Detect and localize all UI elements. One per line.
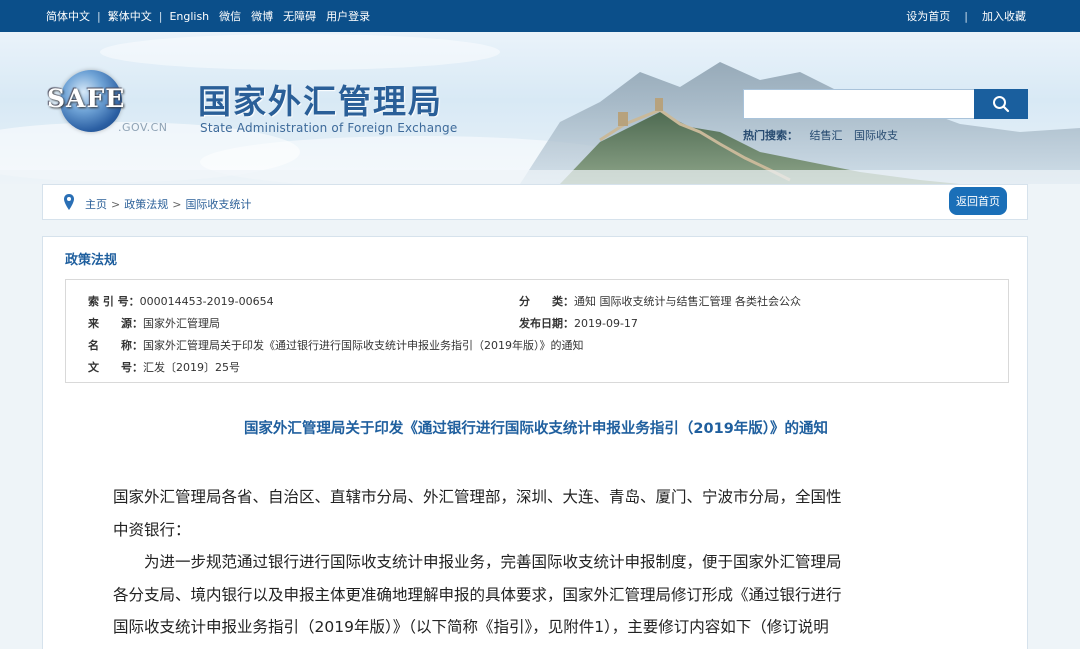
link-traditional-chinese[interactable]: 繁体中文 bbox=[108, 8, 152, 24]
meta-source-value: 国家外汇管理局 bbox=[143, 317, 220, 330]
meta-source-label: 来 源： bbox=[88, 317, 143, 330]
top-nav-bar: 简体中文 | 繁体中文 | English 微信 微博 无障碍 用户登录 设为首… bbox=[0, 0, 1080, 32]
logo-domain: .GOV.CN bbox=[118, 121, 168, 134]
content-card: 政策法规 索 引 号：000014453-2019-00654 分 类：通知 国… bbox=[42, 236, 1028, 649]
safe-logo-text: SAFE bbox=[47, 84, 126, 113]
body-line: 中资银行： bbox=[113, 520, 191, 539]
meta-date: 发布日期：2019-09-17 bbox=[519, 315, 638, 331]
site-subtitle: State Administration of Foreign Exchange bbox=[200, 121, 458, 135]
link-wechat[interactable]: 微信 bbox=[219, 8, 241, 24]
search-button[interactable] bbox=[974, 89, 1028, 119]
meta-index-value: 000014453-2019-00654 bbox=[139, 295, 274, 308]
language-links: 简体中文 | 繁体中文 | English 微信 微博 无障碍 用户登录 bbox=[46, 0, 370, 32]
document-metadata-box: 索 引 号：000014453-2019-00654 分 类：通知 国际收支统计… bbox=[65, 279, 1009, 383]
link-set-homepage[interactable]: 设为首页 bbox=[906, 8, 950, 24]
body-line: 各分支局、境内银行以及申报主体更准确地理解申报的具体要求，国家外汇管理局修订形成… bbox=[113, 585, 842, 604]
link-weibo[interactable]: 微博 bbox=[251, 8, 273, 24]
meta-name-label: 名 称： bbox=[88, 339, 143, 352]
breadcrumb-bar: 主页 > 政策法规 > 国际收支统计 bbox=[42, 184, 1028, 220]
link-add-favorite[interactable]: 加入收藏 bbox=[982, 8, 1026, 24]
meta-source: 来 源：国家外汇管理局 bbox=[88, 315, 220, 331]
link-simplified-chinese[interactable]: 简体中文 bbox=[46, 8, 90, 24]
section-title: 政策法规 bbox=[65, 253, 118, 268]
site-title: 国家外汇管理局 bbox=[198, 82, 443, 121]
breadcrumb-separator: > bbox=[172, 198, 182, 211]
back-to-home-button[interactable]: 返回首页 bbox=[949, 187, 1007, 215]
document-body: 国家外汇管理局各省、自治区、直辖市分局、外汇管理部，深圳、大连、青岛、厦门、宁波… bbox=[113, 481, 963, 644]
search-input[interactable] bbox=[743, 89, 975, 119]
meta-index-label: 索 引 号： bbox=[88, 295, 140, 308]
link-accessibility[interactable]: 无障碍 bbox=[283, 8, 316, 24]
body-line: 国家外汇管理局各省、自治区、直辖市分局、外汇管理部，深圳、大连、青岛、厦门、宁波… bbox=[113, 488, 842, 506]
meta-date-label: 发布日期： bbox=[519, 317, 574, 330]
link-english[interactable]: English bbox=[169, 10, 209, 23]
meta-date-value: 2019-09-17 bbox=[574, 317, 638, 330]
meta-index: 索 引 号：000014453-2019-00654 bbox=[88, 293, 274, 309]
breadcrumb-bop-statistics[interactable]: 国际收支统计 bbox=[185, 198, 251, 211]
meta-name-value: 国家外汇管理局关于印发《通过银行进行国际收支统计申报业务指引（2019年版）》的… bbox=[143, 339, 584, 352]
divider: | bbox=[158, 9, 163, 23]
hot-search-item[interactable]: 国际收支 bbox=[854, 129, 898, 142]
meta-docno-value: 汇发〔2019〕25号 bbox=[143, 361, 240, 374]
meta-category: 分 类：通知 国际收支统计与结售汇管理 各类社会公众 bbox=[519, 293, 801, 309]
location-pin-icon bbox=[64, 194, 74, 210]
site-header-banner: SAFE .GOV.CN 国家外汇管理局 State Administratio… bbox=[0, 32, 1080, 184]
breadcrumb-policy[interactable]: 政策法规 bbox=[124, 198, 168, 211]
meta-name: 名 称：国家外汇管理局关于印发《通过银行进行国际收支统计申报业务指引（2019年… bbox=[88, 337, 584, 353]
body-line: 为进一步规范通过银行进行国际收支统计申报业务，完善国际收支统计申报制度，便于国家… bbox=[144, 553, 842, 571]
hot-search-label: 热门搜索： bbox=[743, 129, 798, 142]
meta-category-value: 通知 国际收支统计与结售汇管理 各类社会公众 bbox=[574, 295, 801, 308]
breadcrumb-separator: > bbox=[111, 198, 121, 211]
search-icon bbox=[993, 96, 1010, 113]
meta-docno: 文 号：汇发〔2019〕25号 bbox=[88, 359, 240, 375]
body-line: 国际收支统计申报业务指引（2019年版）》（以下简称《指引》，见附件1），主要修… bbox=[113, 618, 829, 636]
link-user-login[interactable]: 用户登录 bbox=[326, 8, 370, 24]
breadcrumb-home[interactable]: 主页 bbox=[85, 198, 107, 211]
divider: | bbox=[97, 9, 101, 23]
meta-docno-label: 文 号： bbox=[88, 361, 143, 374]
hot-search: 热门搜索： 结售汇 国际收支 bbox=[743, 127, 898, 143]
divider: | bbox=[964, 9, 968, 23]
utility-links: 设为首页 | 加入收藏 bbox=[906, 0, 1026, 32]
breadcrumb: 主页 > 政策法规 > 国际收支统计 bbox=[85, 196, 251, 212]
hot-search-item[interactable]: 结售汇 bbox=[810, 129, 843, 142]
meta-category-label: 分 类： bbox=[519, 295, 574, 308]
document-title: 国家外汇管理局关于印发《通过银行进行国际收支统计申报业务指引（2019年版）》的… bbox=[243, 421, 829, 437]
